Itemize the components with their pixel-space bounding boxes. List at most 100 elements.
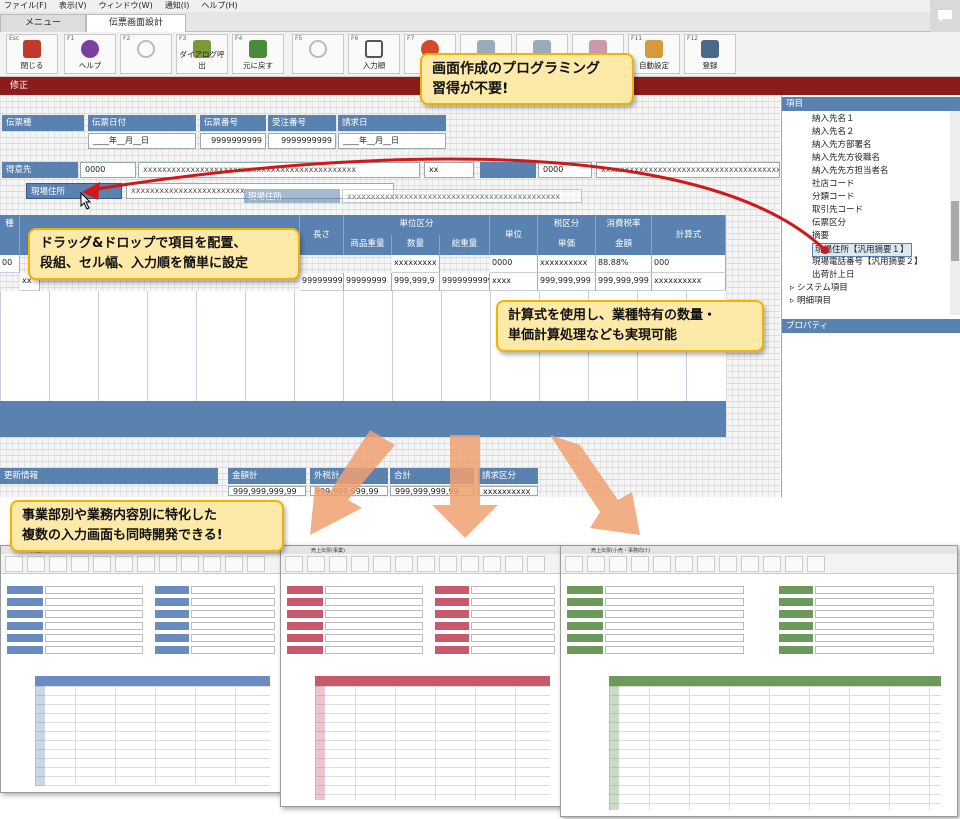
thumb-label	[7, 598, 43, 606]
thumb-field	[191, 610, 275, 618]
row2-q[interactable]: 999,999,9	[392, 273, 440, 291]
thumb-key	[225, 556, 243, 572]
undo-button[interactable]: F4 元に戻す	[232, 34, 284, 74]
f2-button[interactable]: F2	[120, 34, 172, 74]
f5-button[interactable]: F5	[292, 34, 344, 74]
thumb-field	[45, 586, 143, 594]
thumb-field	[325, 610, 423, 618]
panel-scrollbar[interactable]	[950, 111, 960, 315]
thumb-key	[527, 556, 545, 572]
thumb-field	[814, 598, 934, 606]
thumb-grid-head	[608, 676, 942, 686]
thumb-key	[159, 556, 177, 572]
thumb-key	[785, 556, 803, 572]
chat-icon	[938, 10, 952, 22]
thumb-label	[435, 634, 469, 642]
thumb-key	[285, 556, 303, 572]
panel-item[interactable]: 納入先名１	[812, 113, 855, 125]
thumb-field	[814, 622, 934, 630]
thumb-grid-head	[314, 676, 550, 686]
callout-drag-drop: ドラッグ&ドロップで項目を配置、 段組、セル幅、入力順を簡単に設定	[28, 228, 300, 280]
tab-menu[interactable]: メニュー	[0, 14, 86, 32]
thumb-field	[325, 622, 423, 630]
thumb-label	[778, 646, 813, 654]
thumb-field	[45, 610, 143, 618]
thumb-label	[155, 586, 189, 594]
thumb-key	[807, 556, 825, 572]
close-button[interactable]: Esc 閉じる	[6, 34, 58, 74]
row2-a[interactable]: 999,999,999	[596, 273, 652, 291]
thumb-label	[435, 610, 469, 618]
tab-slip-design[interactable]: 伝票画面設計	[86, 14, 186, 32]
auto-set-icon	[645, 40, 663, 58]
thumb-field	[605, 622, 744, 630]
sample-screen-green: 売上伝票(小売・事務向け)	[560, 545, 958, 817]
thumb-key	[71, 556, 89, 572]
thumb-label	[778, 598, 813, 606]
row2-z[interactable]: xxxxxxxxxx	[652, 273, 726, 291]
thumb-label	[435, 622, 469, 630]
row2-w1[interactable]: 99999999	[300, 273, 344, 291]
thumb-key	[137, 556, 155, 572]
menu-window[interactable]: ウィンドウ(W)	[99, 0, 153, 12]
thumb-label	[567, 634, 603, 642]
thumb-label	[435, 598, 469, 606]
thumb-key	[373, 556, 391, 572]
arrow-right	[550, 435, 640, 535]
thumb-grid-rownums	[34, 686, 45, 786]
row2-p[interactable]: 999,999,999	[538, 273, 596, 291]
auto-set-button[interactable]: F11 自動設定	[628, 34, 680, 74]
row2-x[interactable]: xxxx	[490, 273, 538, 291]
thumb-grid	[314, 686, 550, 800]
thumb-key	[181, 556, 199, 572]
register-button[interactable]: F12 登録	[684, 34, 736, 74]
menu-help[interactable]: ヘルプ(H)	[201, 0, 237, 12]
row2-tw[interactable]: 99999999999	[440, 273, 490, 291]
panel-item[interactable]: 出荷計上日	[812, 269, 855, 281]
thumb-field	[814, 586, 934, 594]
thumb-key	[653, 556, 671, 572]
thumb-field	[814, 646, 934, 654]
thumb-field	[325, 634, 423, 642]
thumb-key	[719, 556, 737, 572]
input-order-icon	[365, 40, 383, 58]
row2-w2[interactable]: 99999999	[344, 273, 392, 291]
thumb-label	[7, 646, 43, 654]
thumb-field	[191, 598, 275, 606]
chat-button[interactable]	[930, 0, 960, 32]
thumb-key	[27, 556, 45, 572]
thumb-label	[567, 598, 603, 606]
thumb-key	[697, 556, 715, 572]
menu-file[interactable]: ファイル(F)	[4, 0, 47, 12]
billing-date-field[interactable]: ____年__月__日	[338, 133, 446, 149]
thumb-tab: 売上伝票(小売・事務向け)	[591, 548, 650, 554]
thumb-grid	[608, 686, 942, 810]
thumb-key	[395, 556, 413, 572]
thumb-field	[605, 646, 744, 654]
thumb-field	[814, 610, 934, 618]
thumb-key	[439, 556, 457, 572]
help-button[interactable]: F1 ヘルプ	[64, 34, 116, 74]
thumb-label	[7, 610, 43, 618]
input-order-button[interactable]: F6 入力順	[348, 34, 400, 74]
panel-item[interactable]: 納入先名２	[812, 126, 855, 138]
panel-group[interactable]: ▹ システム項目	[790, 282, 848, 294]
thumb-field	[471, 610, 555, 618]
thumb-label	[155, 646, 189, 654]
thumb-field	[814, 634, 934, 642]
menu-notify[interactable]: 通知(I)	[165, 0, 190, 12]
dialog-button[interactable]: F3 ダイアログ呼出	[176, 34, 228, 74]
slip-date-field[interactable]: ____年__月__日	[88, 133, 196, 149]
row1-num[interactable]: 00	[0, 255, 20, 273]
thumb-label	[567, 646, 603, 654]
menu-view[interactable]: 表示(V)	[59, 0, 87, 12]
thumb-key	[631, 556, 649, 572]
sample-screen-pink: 売上伝票(事業)	[280, 545, 562, 807]
order-number-field[interactable]: 9999999999	[268, 133, 336, 149]
flow-arrows	[310, 430, 640, 538]
properties-title: プロパティ	[782, 319, 960, 333]
amount-total-value[interactable]: 999,999,999,99	[228, 486, 306, 496]
thumb-field	[45, 634, 143, 642]
panel-group[interactable]: ▹ 明細項目	[790, 295, 831, 307]
slip-number-field[interactable]: 9999999999	[200, 133, 266, 149]
